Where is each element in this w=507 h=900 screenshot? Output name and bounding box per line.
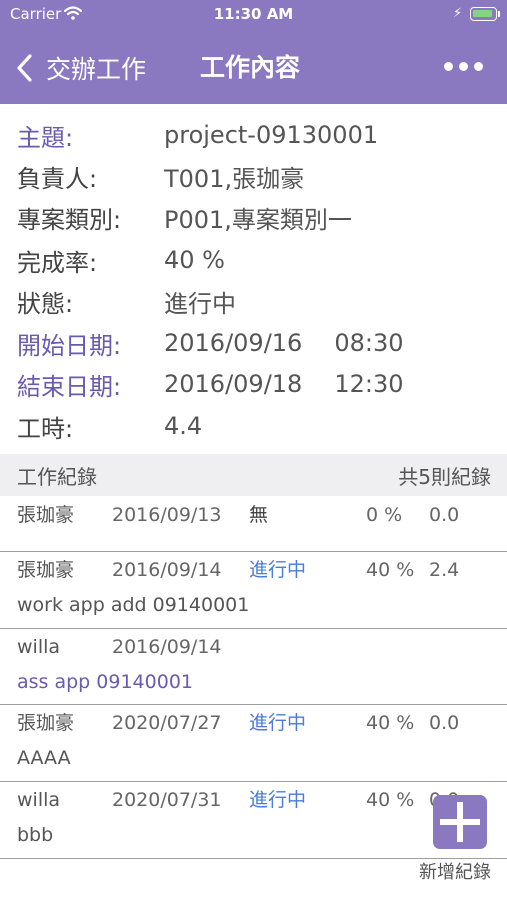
record-description: AAAA bbox=[17, 747, 71, 769]
record-status: 進行中 bbox=[249, 789, 307, 811]
back-label: 交辦工作 bbox=[46, 55, 147, 84]
owner-value: T001,張珈豪 bbox=[164, 164, 305, 193]
work-detail-screen: Carrier 11:30 AM ⚡ 交辦工作 工作內容 主題: project… bbox=[0, 0, 507, 900]
record-status: 無 bbox=[249, 504, 269, 526]
owner-row: 負責人: T001,張珈豪 bbox=[17, 158, 304, 194]
status-value: 進行中 bbox=[164, 289, 236, 318]
start-date-label[interactable]: 開始日期: bbox=[17, 326, 164, 361]
battery-cap bbox=[498, 11, 500, 17]
start-date-row: 開始日期: 2016/09/16 08:30 bbox=[17, 325, 404, 361]
subject-label[interactable]: 主題: bbox=[17, 118, 164, 153]
page-title: 工作內容 bbox=[200, 53, 301, 82]
status-row: 狀態: 進行中 bbox=[17, 283, 236, 319]
add-record-label[interactable]: 新增紀錄 bbox=[419, 858, 491, 884]
record-status: 進行中 bbox=[249, 712, 307, 734]
record-author: willa bbox=[17, 636, 61, 658]
record-author: 張珈豪 bbox=[17, 559, 75, 581]
more-menu-button[interactable] bbox=[444, 60, 484, 74]
chevron-left-icon bbox=[17, 54, 32, 82]
category-label: 專案類別: bbox=[17, 205, 122, 234]
battery-icon bbox=[470, 7, 497, 21]
back-button[interactable]: 交辦工作 bbox=[10, 50, 146, 86]
record-item[interactable]: willa 2020/07/31 進行中 40 % 0.0 bbb bbox=[0, 782, 507, 859]
record-description[interactable]: ass app 09140001 bbox=[0, 665, 507, 701]
start-date-value: 2016/09/16 bbox=[164, 329, 303, 357]
completion-row: 完成率: 40 % bbox=[17, 242, 225, 278]
completion-label: 完成率: bbox=[17, 248, 98, 277]
more-dot-icon bbox=[444, 62, 453, 71]
records-list: 張珈豪 2016/09/13 無 0 % 0.0 張珈豪 2016/09/14 … bbox=[0, 497, 507, 859]
hours-row: 工時: 4.4 bbox=[17, 408, 202, 444]
record-item[interactable]: 張珈豪 2016/09/13 無 0 % 0.0 bbox=[0, 497, 507, 552]
record-date: 2016/09/13 bbox=[112, 504, 222, 526]
record-date: 2016/09/14 bbox=[112, 636, 222, 658]
more-dot-icon bbox=[474, 62, 483, 71]
charging-icon: ⚡ bbox=[453, 6, 463, 21]
end-date-row: 結束日期: 2016/09/18 12:30 bbox=[17, 366, 404, 402]
header: Carrier 11:30 AM ⚡ 交辦工作 工作內容 bbox=[0, 0, 507, 104]
record-item[interactable]: 張珈豪 2020/07/27 進行中 40 % 0.0 AAAA bbox=[0, 705, 507, 782]
record-hours: 0.0 bbox=[429, 504, 460, 526]
owner-label: 負責人: bbox=[17, 164, 98, 193]
record-rate: 40 % bbox=[366, 712, 415, 734]
record-author: 張珈豪 bbox=[17, 712, 75, 734]
record-rate: 40 % bbox=[366, 559, 415, 581]
record-item[interactable]: 張珈豪 2016/09/14 進行中 40 % 2.4 work app add… bbox=[0, 552, 507, 629]
plus-icon bbox=[457, 802, 463, 842]
status-bar: Carrier 11:30 AM ⚡ bbox=[0, 0, 507, 30]
more-dot-icon bbox=[459, 62, 468, 71]
clock: 11:30 AM bbox=[213, 5, 294, 23]
records-section-header: 工作紀錄 共5則紀錄 bbox=[0, 454, 507, 496]
record-description: bbb bbox=[17, 824, 54, 846]
start-time-value: 08:30 bbox=[334, 329, 404, 357]
record-rate: 40 % bbox=[366, 789, 415, 811]
subject-row: 主題: project-09130001 bbox=[17, 117, 378, 153]
record-date: 2020/07/31 bbox=[112, 789, 222, 811]
record-date: 2020/07/27 bbox=[112, 712, 222, 734]
record-rate: 0 % bbox=[366, 504, 403, 526]
record-date: 2016/09/14 bbox=[112, 559, 222, 581]
records-count: 共5則紀錄 bbox=[398, 464, 491, 489]
record-item[interactable]: willa 2016/09/14 ass app 09140001 bbox=[0, 629, 507, 705]
end-date-value: 2016/09/18 bbox=[164, 370, 303, 398]
record-description: work app add 09140001 bbox=[17, 594, 250, 616]
records-title: 工作紀錄 bbox=[17, 464, 97, 489]
hours-label: 工時: bbox=[17, 414, 74, 443]
record-status: 進行中 bbox=[249, 559, 307, 581]
record-hours: 2.4 bbox=[429, 559, 460, 581]
category-row: 專案類別: P001,專案類別一 bbox=[17, 199, 352, 235]
add-record-button[interactable] bbox=[433, 795, 487, 849]
category-value: P001,專案類別一 bbox=[164, 205, 352, 234]
record-author: willa bbox=[17, 789, 61, 811]
completion-value: 40 % bbox=[164, 246, 225, 274]
subject-value: project-09130001 bbox=[164, 121, 379, 149]
status-label: 狀態: bbox=[17, 289, 74, 318]
end-date-label[interactable]: 結束日期: bbox=[17, 367, 164, 402]
end-time-value: 12:30 bbox=[334, 370, 404, 398]
hours-value: 4.4 bbox=[164, 412, 203, 440]
record-author: 張珈豪 bbox=[17, 504, 75, 526]
record-hours: 0.0 bbox=[429, 712, 460, 734]
